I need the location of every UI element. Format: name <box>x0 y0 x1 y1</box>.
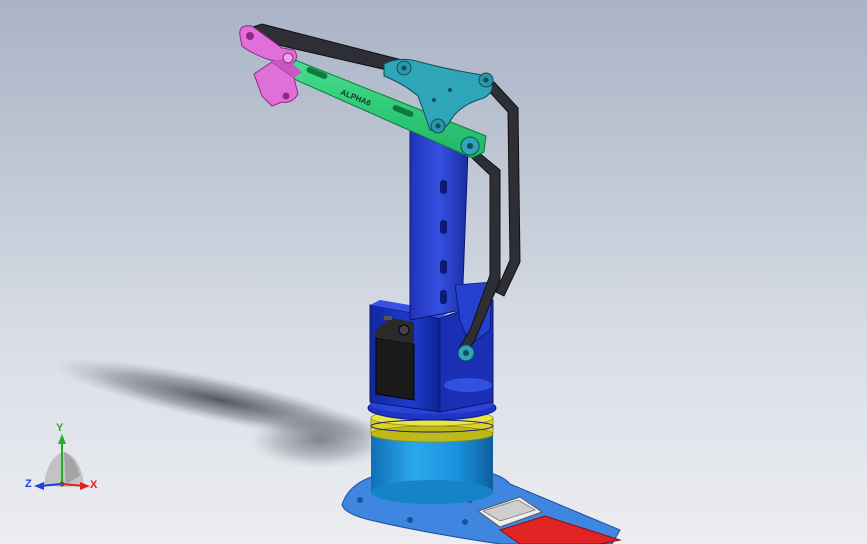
x-axis-label: X <box>90 479 98 491</box>
column-shadow <box>250 412 390 468</box>
z-axis-label: Z <box>25 478 32 490</box>
cad-viewport[interactable]: ALPHA6 Y X Z <box>0 0 867 544</box>
y-axis-arrow-icon <box>58 434 66 444</box>
servo-motor[interactable] <box>375 316 415 401</box>
z-axis-arrow-icon <box>34 482 44 490</box>
x-axis-arrow-icon <box>80 482 90 490</box>
y-axis-label: Y <box>56 422 64 434</box>
robot-arm-model[interactable]: ALPHA6 <box>0 0 867 544</box>
orientation-triad[interactable]: Y X Z <box>22 422 106 498</box>
